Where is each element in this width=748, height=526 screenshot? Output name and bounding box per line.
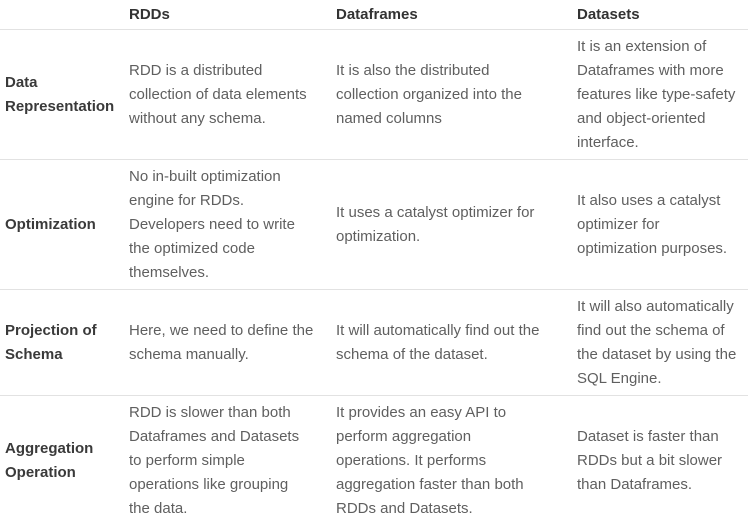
table-row: Aggregation Operation RDD is slower than… bbox=[0, 396, 748, 526]
comparison-table: RDDs Dataframes Datasets Data Representa… bbox=[0, 0, 748, 526]
cell-dataframes: It uses a catalyst optimizer for optimiz… bbox=[336, 203, 535, 245]
cell-dataframes: It provides an easy API to perform aggre… bbox=[336, 404, 524, 517]
cell-rdds: Here, we need to define the schema manua… bbox=[129, 321, 314, 363]
header-cell-datasets: Datasets bbox=[577, 6, 640, 23]
table-header-row: RDDs Dataframes Datasets bbox=[0, 0, 748, 30]
table-row: Optimization No in-built optimization en… bbox=[0, 160, 748, 290]
cell-rdds: RDD is slower than both Dataframes and D… bbox=[129, 404, 300, 517]
cell-datasets: It is an extension of Dataframes with mo… bbox=[577, 37, 736, 151]
header-cell-rdds: RDDs bbox=[129, 6, 170, 23]
table-row: Data Representation RDD is a distributed… bbox=[0, 30, 748, 160]
header-cell-empty bbox=[5, 0, 125, 29]
row-label: Data Representation bbox=[5, 73, 115, 115]
cell-datasets: Dataset is faster than RDDs but a bit sl… bbox=[577, 428, 723, 493]
cell-datasets: It also uses a catalyst optimizer for op… bbox=[577, 191, 728, 257]
cell-dataframes: It will automatically find out the schem… bbox=[336, 321, 540, 363]
cell-rdds: RDD is a distributed collection of data … bbox=[129, 61, 307, 127]
row-label: Aggregation Operation bbox=[5, 440, 94, 481]
row-label: Optimization bbox=[5, 215, 96, 233]
cell-dataframes: It is also the distributed collection or… bbox=[336, 61, 522, 127]
cell-datasets: It will also automatically find out the … bbox=[577, 297, 737, 387]
table-row: Projection of Schema Here, we need to de… bbox=[0, 290, 748, 396]
cell-rdds: No in-built optimization engine for RDDs… bbox=[129, 167, 295, 281]
header-cell-dataframes: Dataframes bbox=[336, 6, 418, 23]
row-label: Projection of Schema bbox=[5, 321, 97, 363]
